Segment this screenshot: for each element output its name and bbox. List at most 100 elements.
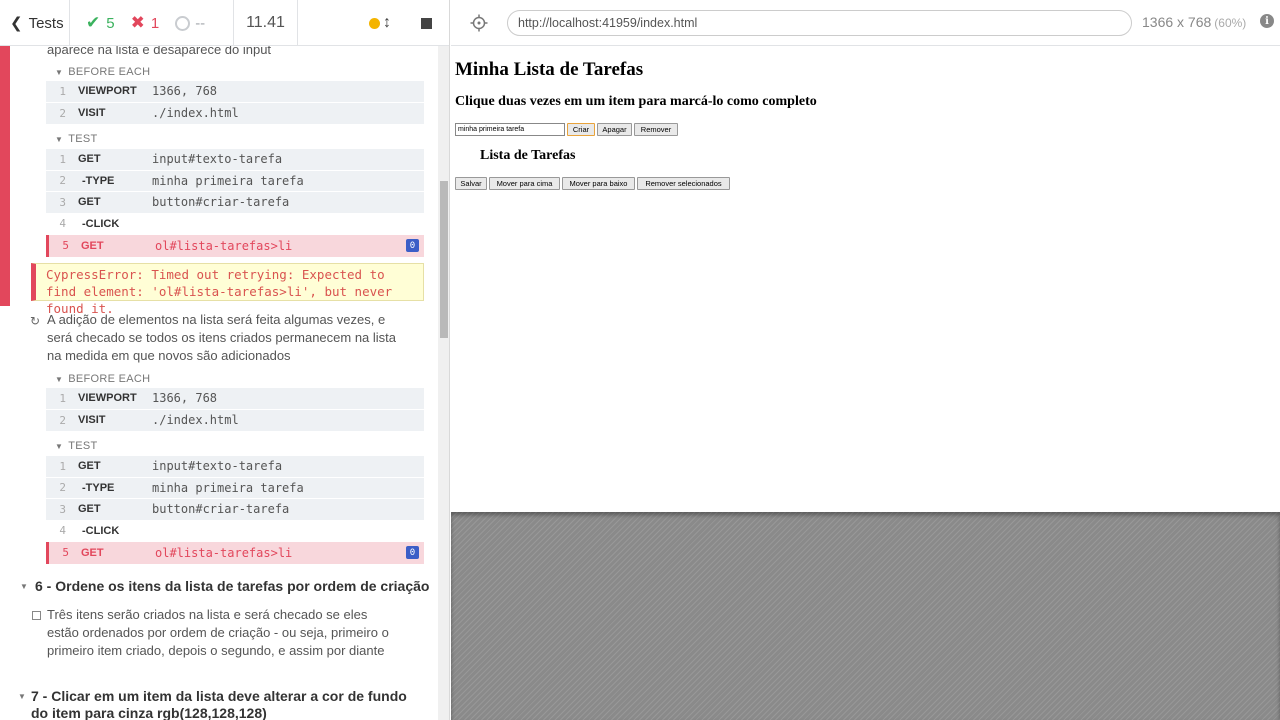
command-message: ./index.html <box>152 106 239 121</box>
save-tasks-button[interactable]: Salvar <box>455 177 487 190</box>
pending-circle-icon <box>175 15 191 31</box>
command-message: input#texto-tarefa <box>152 459 283 474</box>
command-message: minha primeira tarefa <box>152 173 304 188</box>
create-task-button[interactable]: Criar <box>567 123 595 136</box>
page-instructions: Clique duas vezes em um item para marcá-… <box>455 94 817 109</box>
command-list: 1 VIEWPORT 1366, 768 2 VISIT ./index.html <box>46 388 424 431</box>
triangle-down-icon: ▼ <box>55 442 64 451</box>
check-icon: ✔ <box>86 13 101 32</box>
test-title[interactable]: Três itens serão criados na lista e será… <box>47 606 392 660</box>
command-name: VISIT <box>78 414 106 427</box>
auto-scroll-icon[interactable]: ↕ <box>383 14 391 32</box>
command-number: 2 <box>59 106 66 120</box>
command-number: 1 <box>59 84 66 98</box>
failed-test-indicator <box>0 46 10 306</box>
chevron-left-icon: ❮ <box>10 15 23 32</box>
x-icon: ✖ <box>130 13 145 32</box>
info-icon[interactable]: i <box>1260 14 1274 28</box>
move-up-button[interactable]: Mover para cima <box>489 177 560 190</box>
triangle-down-icon: ▼ <box>55 135 64 144</box>
run-controls: ↕ <box>298 0 449 46</box>
hook-header-before-each[interactable]: ▼ BEFORE EACH <box>55 373 150 385</box>
command-failed[interactable]: 5 GET ol#lista-tarefas>li 0 <box>46 542 424 564</box>
command-number: 4 <box>59 217 66 231</box>
command-message: 1366, 768 <box>152 391 218 406</box>
command-number: 1 <box>59 152 66 166</box>
command[interactable]: 1 VIEWPORT 1366, 768 <box>46 388 424 410</box>
tests-button[interactable]: ❮ Tests <box>0 0 70 46</box>
command[interactable]: 1 GET input#texto-tarefa <box>46 149 424 171</box>
command-name: -CLICK <box>82 524 120 537</box>
command-name: VIEWPORT <box>78 392 137 405</box>
duration: 11.41 <box>234 0 298 46</box>
command[interactable]: 2 VISIT ./index.html <box>46 410 424 432</box>
task-text-input[interactable]: minha primeira tarefa <box>455 123 565 136</box>
command[interactable]: 3 GET button#criar-tarefa <box>46 499 424 521</box>
running-indicator-icon <box>369 17 380 29</box>
triangle-down-icon: ▼ <box>55 68 64 77</box>
command-number: 2 <box>59 481 66 495</box>
error-message[interactable]: CypressError: Timed out retrying: Expect… <box>31 263 424 316</box>
command-name: -CLICK <box>82 217 120 230</box>
passed-count[interactable]: ✔ 5 <box>86 13 115 33</box>
failed-value: 1 <box>150 14 160 32</box>
command[interactable]: 2 -TYPE minha primeira tarefa <box>46 171 424 192</box>
reporter-header: ❮ Tests ✔ 5 ✖ 1 -- 11.41 ↕ <box>0 0 449 46</box>
command[interactable]: 4 -CLICK <box>46 213 424 235</box>
hook-header-test[interactable]: ▼ TEST <box>55 133 98 145</box>
command[interactable]: 1 GET input#texto-tarefa <box>46 456 424 478</box>
retry-icon: ↻ <box>30 314 41 328</box>
command-name: GET <box>81 546 104 559</box>
stop-icon[interactable] <box>421 17 432 29</box>
command[interactable]: 3 GET button#criar-tarefa <box>46 192 424 214</box>
pending-count[interactable]: -- <box>175 15 205 32</box>
page-title: Minha Lista de Tarefas <box>455 59 644 80</box>
remove-finished-button[interactable]: Remover <box>634 123 678 136</box>
command-number: 1 <box>59 391 66 405</box>
command-number: 1 <box>59 459 66 473</box>
command[interactable]: 1 VIEWPORT 1366, 768 <box>46 81 424 103</box>
command-name: GET <box>78 153 101 166</box>
viewport-scale: (60%) <box>1214 16 1247 30</box>
viewport-info[interactable]: 1366 x 768 (60%) <box>1142 14 1246 30</box>
reporter-runnables: aparece na lista e desaparece do input ▼… <box>0 46 438 720</box>
aut-empty-area <box>451 512 1280 720</box>
test-title[interactable]: A adição de elementos na lista será feit… <box>47 311 407 365</box>
command-name: GET <box>78 503 101 516</box>
triangle-down-icon: ▼ <box>18 692 26 701</box>
suite-title[interactable]: 7 - Clicar em um item da lista deve alte… <box>31 688 411 720</box>
command-name: VISIT <box>78 107 106 120</box>
command-message: button#criar-tarefa <box>152 502 290 517</box>
app-under-test: Minha Lista de Tarefas Clique duas vezes… <box>451 47 1280 512</box>
clear-all-button[interactable]: Apagar <box>597 123 632 136</box>
scrollbar-thumb[interactable] <box>440 181 448 338</box>
reporter-scrollbar[interactable] <box>438 46 449 720</box>
pending-value: -- <box>195 14 206 32</box>
hook-header-test[interactable]: ▼ TEST <box>55 440 98 452</box>
url-bar[interactable]: http://localhost:41959/index.html <box>507 10 1132 36</box>
passed-value: 5 <box>106 14 115 32</box>
move-down-button[interactable]: Mover para baixo <box>562 177 635 190</box>
command-name: GET <box>78 460 101 473</box>
command-message: ol#lista-tarefas>li <box>155 238 293 253</box>
hook-label: TEST <box>68 133 98 145</box>
command[interactable]: 2 -TYPE minha primeira tarefa <box>46 478 424 499</box>
command[interactable]: 4 -CLICK <box>46 520 424 542</box>
command-message: ./index.html <box>152 413 239 428</box>
command[interactable]: 2 VISIT ./index.html <box>46 103 424 125</box>
command-number: 5 <box>62 546 69 560</box>
hook-header-before-each[interactable]: ▼ BEFORE EACH <box>55 66 150 78</box>
test-title[interactable]: aparece na lista e desaparece do input <box>47 46 407 59</box>
command-name: GET <box>78 196 101 209</box>
command-list: 1 GET input#texto-tarefa 2 -TYPE minha prime… <box>46 456 424 564</box>
command-failed[interactable]: 5 GET ol#lista-tarefas>li 0 <box>46 235 424 257</box>
suite-title[interactable]: 6 - Ordene os itens da lista de tarefas … <box>35 578 430 595</box>
command-message: ol#lista-tarefas>li <box>155 545 293 560</box>
command-number: 4 <box>59 524 66 538</box>
remove-selected-button[interactable]: Remover selecionados <box>637 177 730 190</box>
failed-count[interactable]: ✖ 1 <box>131 13 160 33</box>
selector-playground-icon[interactable] <box>470 14 488 32</box>
command-message: input#texto-tarefa <box>152 152 283 167</box>
command-number: 3 <box>59 195 66 209</box>
command-name: -TYPE <box>82 481 115 494</box>
